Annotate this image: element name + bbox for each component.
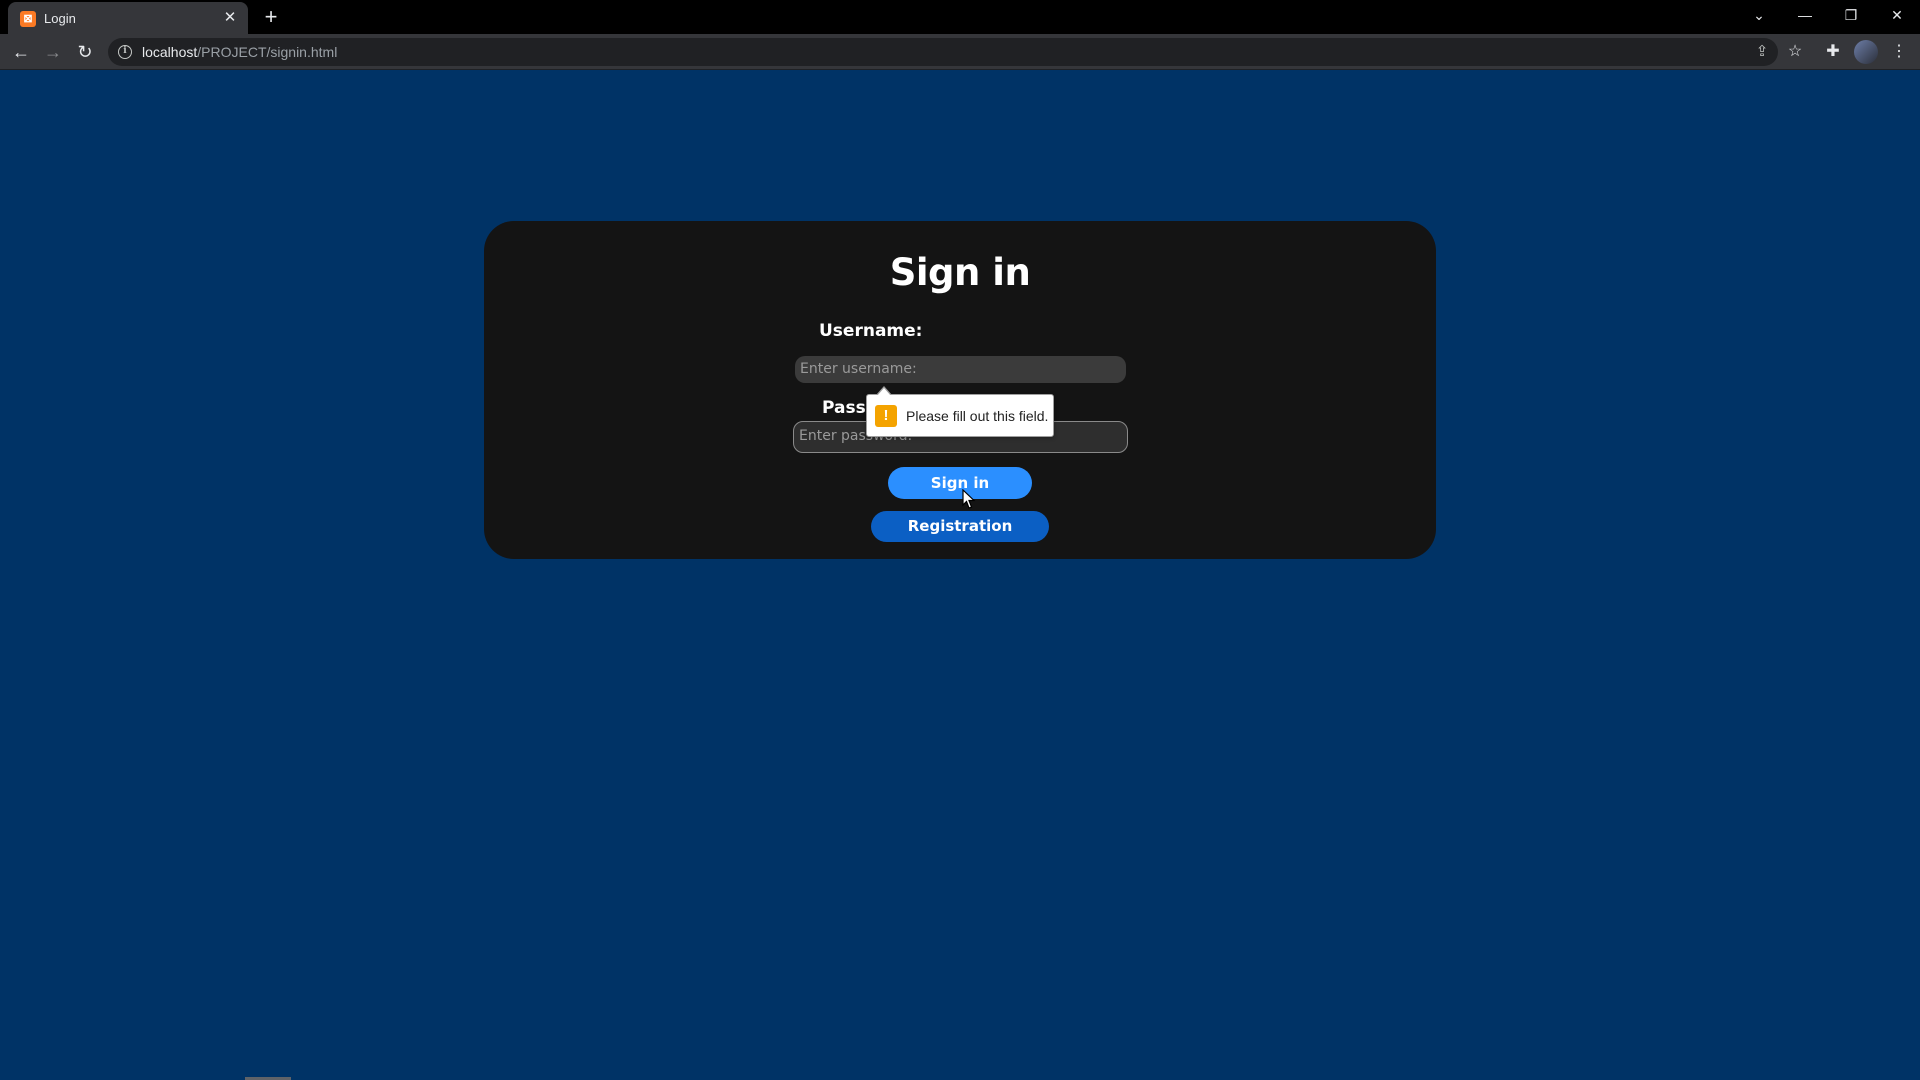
registration-button[interactable]: Registration — [871, 511, 1049, 542]
tab-close-icon[interactable]: ✕ — [220, 8, 240, 28]
profile-avatar[interactable] — [1854, 40, 1878, 64]
minimize-icon[interactable]: — — [1782, 0, 1828, 30]
warning-icon: ! — [875, 405, 897, 427]
browser-tab-strip: ⊠ Login ✕ + ⌄ — ❐ ✕ — [0, 0, 1920, 34]
page-title: Sign in — [889, 251, 1031, 294]
reload-icon[interactable]: ↻ — [72, 39, 98, 65]
tab-title: Login — [44, 11, 76, 26]
close-window-icon[interactable]: ✕ — [1874, 0, 1920, 30]
forward-icon[interactable]: → — [40, 39, 66, 65]
bookmark-star-icon[interactable]: ☆ — [1782, 39, 1808, 65]
validation-message: Please fill out this field. — [906, 408, 1049, 424]
username-label: Username: — [819, 321, 923, 341]
address-bar[interactable]: i localhost/PROJECT/signin.html ⇪ — [108, 38, 1778, 66]
restore-icon[interactable]: ❐ — [1828, 0, 1874, 30]
username-input[interactable]: Enter username: — [795, 356, 1126, 383]
mouse-cursor-icon — [962, 489, 976, 509]
browser-tab[interactable]: ⊠ Login ✕ — [8, 2, 248, 34]
url-host: localhost — [142, 44, 198, 60]
new-tab-button[interactable]: + — [258, 4, 284, 30]
site-info-icon[interactable]: i — [118, 45, 132, 59]
menu-kebab-icon[interactable]: ⋮ — [1886, 39, 1912, 65]
validation-tooltip: ! Please fill out this field. — [866, 386, 1054, 437]
url-text: localhost/PROJECT/signin.html — [142, 44, 337, 60]
signin-button[interactable]: Sign in — [888, 467, 1032, 499]
back-icon[interactable]: ← — [8, 39, 34, 65]
url-path: /PROJECT/signin.html — [197, 44, 338, 60]
signin-card: Sign in — [484, 221, 1436, 559]
xampp-favicon-icon: ⊠ — [20, 11, 36, 27]
share-icon[interactable]: ⇪ — [1751, 41, 1773, 63]
tab-search-icon[interactable]: ⌄ — [1736, 0, 1782, 30]
browser-toolbar: ← → ↻ i localhost/PROJECT/signin.html ⇪ … — [0, 34, 1920, 70]
extensions-puzzle-icon[interactable]: ✚ — [1820, 39, 1846, 65]
